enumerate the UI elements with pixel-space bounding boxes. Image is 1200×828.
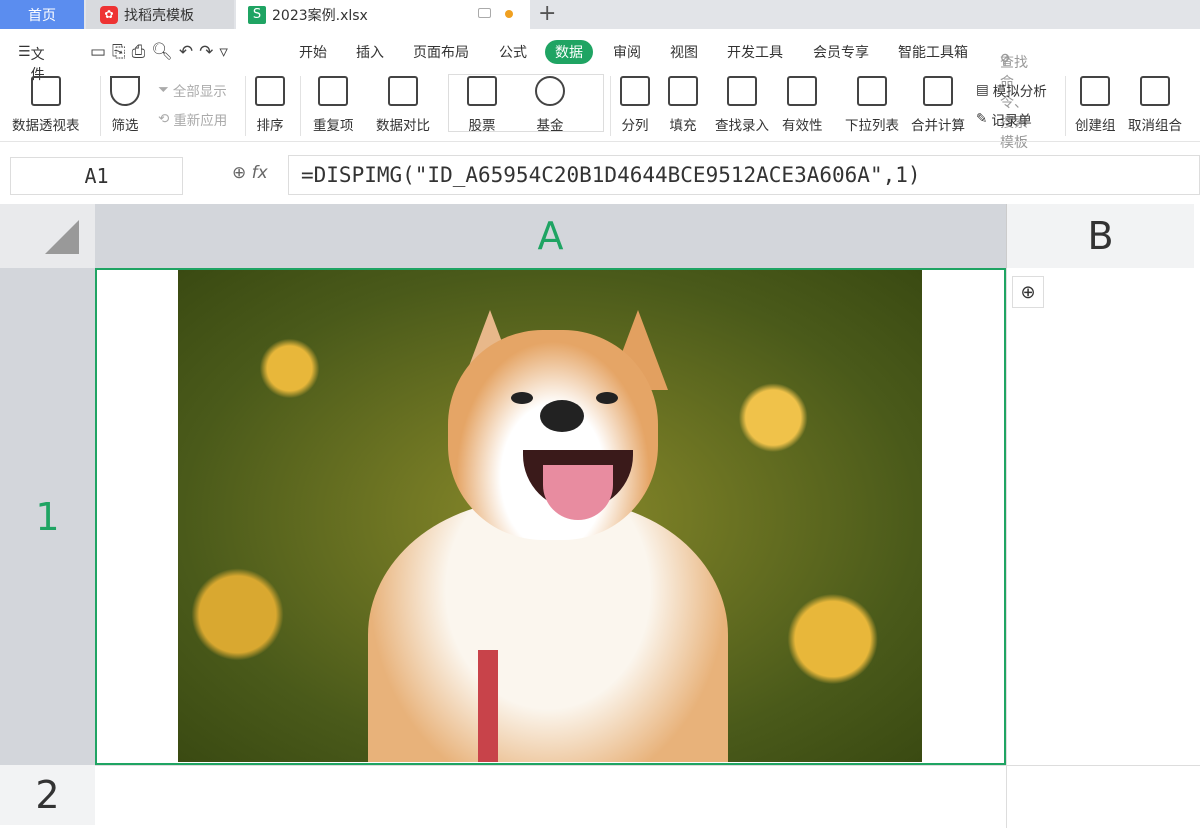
group-button[interactable]: 创建组 xyxy=(1075,70,1116,134)
compare-label: 数据对比 xyxy=(376,118,430,134)
pivot-icon xyxy=(30,76,61,106)
fund-button[interactable]: 基金 xyxy=(535,70,565,134)
pivot-table-button[interactable]: 数据透视表 xyxy=(12,70,80,134)
sort-icon xyxy=(255,76,285,106)
group-icon xyxy=(1080,76,1111,106)
funnel-icon xyxy=(110,76,140,106)
what-if-button[interactable]: ▤ 模拟分析 xyxy=(976,80,1047,100)
what-if-icon: ▤ xyxy=(976,82,989,98)
column-header-a[interactable]: A xyxy=(95,204,1006,268)
validity-button[interactable]: 有效性 xyxy=(782,70,823,134)
dropdown-list-button[interactable]: 下拉列表 xyxy=(845,70,899,134)
ungroup-label: 取消组合 xyxy=(1128,118,1182,134)
duplicates-button[interactable]: 重复项 xyxy=(313,70,354,134)
compare-icon xyxy=(388,76,418,106)
reapply-icon: ⟲ xyxy=(158,111,170,127)
reapply-label: 重新应用 xyxy=(173,113,228,129)
fill-label: 填充 xyxy=(669,118,697,134)
row-header-2[interactable]: 2 xyxy=(0,765,95,825)
quick-access-icons[interactable]: ▭⎘⎙🔍︎↶↷▿ xyxy=(90,42,234,62)
menu-start[interactable]: 开始 xyxy=(299,42,327,62)
row-header-1[interactable]: 1 xyxy=(0,268,95,765)
stock-button[interactable]: 股票 xyxy=(467,70,497,134)
monitor-icon[interactable] xyxy=(478,8,491,18)
consolidate-label: 合并计算 xyxy=(911,118,965,134)
zoom-icon: ⊕ xyxy=(232,163,252,183)
image-zoom-icon[interactable]: ⊕ xyxy=(1012,276,1044,308)
dropdown-list-label: 下拉列表 xyxy=(845,118,899,134)
tab-home-label: 首页 xyxy=(28,7,56,24)
consolidate-icon xyxy=(923,76,953,106)
tab-template[interactable]: ✿ 找稻壳模板 xyxy=(86,0,234,29)
menu-member[interactable]: 会员专享 xyxy=(813,42,869,62)
unsaved-dot-icon xyxy=(505,10,513,18)
show-all-icon: ⏷ xyxy=(158,82,169,98)
validity-icon xyxy=(787,76,818,106)
file-menu[interactable]: ☰ 文件 xyxy=(18,44,45,83)
embedded-dog-image[interactable] xyxy=(178,270,922,762)
split-button[interactable]: 分列 xyxy=(620,70,650,134)
menu-smart-toolbox[interactable]: 智能工具箱 xyxy=(898,42,968,62)
menu-review[interactable]: 审阅 xyxy=(613,42,641,62)
formula-fx[interactable]: ⊕ fx xyxy=(232,163,268,183)
tab-bar: 首页 ✿ 找稻壳模板 S 2023案例.xlsx + xyxy=(0,0,1200,29)
record-form-icon: ✎ xyxy=(976,111,988,127)
select-all-corner[interactable] xyxy=(0,204,95,268)
fx-label: fx xyxy=(251,163,268,183)
duplicates-icon xyxy=(318,76,349,106)
fill-button[interactable]: 填充 xyxy=(668,70,698,134)
lookup-label: 查找录入 xyxy=(715,118,769,134)
menu-view[interactable]: 视图 xyxy=(670,42,698,62)
filter-button[interactable]: 筛选 xyxy=(110,70,140,134)
column-header-b[interactable]: B xyxy=(1006,204,1194,268)
ungroup-icon xyxy=(1140,76,1170,106)
record-form-button[interactable]: ✎ 记录单 xyxy=(976,109,1032,129)
menu-data[interactable]: 数据 xyxy=(545,40,593,64)
new-tab-plus-icon[interactable]: + xyxy=(538,1,556,26)
group-label: 创建组 xyxy=(1075,118,1116,134)
formula-bar: A1 ⊕ fx =DISPIMG("ID_A65954C20B1D4644BCE… xyxy=(0,155,1200,195)
sort-button[interactable]: 排序 xyxy=(255,70,285,134)
ribbon: 数据透视表 筛选 ⏷ 全部显示 ⟲ 重新应用 排序 重复项 数据对比 股票 基金 分… xyxy=(0,70,1200,142)
tab-template-label: 找稻壳模板 xyxy=(124,7,194,24)
spreadsheet-icon: S xyxy=(248,5,266,24)
pivot-label: 数据透视表 xyxy=(12,118,80,134)
menu-insert[interactable]: 插入 xyxy=(356,42,384,62)
formula-input[interactable]: =DISPIMG("ID_A65954C20B1D4644BCE9512ACE3… xyxy=(288,155,1200,195)
fill-down-icon xyxy=(668,76,698,106)
tab-home[interactable]: 首页 xyxy=(0,0,84,29)
stock-label: 股票 xyxy=(468,118,496,134)
record-form-label: 记录单 xyxy=(991,113,1032,129)
fund-label: 基金 xyxy=(536,118,564,134)
dropdown-list-icon xyxy=(857,76,887,106)
menu-page-layout[interactable]: 页面布局 xyxy=(413,42,469,62)
lookup-icon xyxy=(727,76,757,106)
split-icon xyxy=(620,76,650,106)
compare-button[interactable]: 数据对比 xyxy=(376,70,430,134)
stock-chart-icon xyxy=(467,76,497,106)
consolidate-button[interactable]: 合并计算 xyxy=(911,70,965,134)
show-all-button[interactable]: ⏷ 全部显示 xyxy=(158,80,227,100)
split-label: 分列 xyxy=(621,118,649,134)
what-if-label: 模拟分析 xyxy=(992,84,1047,100)
duplicates-label: 重复项 xyxy=(313,118,354,134)
show-all-label: 全部显示 xyxy=(172,84,227,100)
sort-label: 排序 xyxy=(256,118,284,134)
menu-formula[interactable]: 公式 xyxy=(499,42,527,62)
validity-label: 有效性 xyxy=(782,118,823,134)
yen-icon xyxy=(535,76,565,106)
menu-bar: ☰ 文件 ▭⎘⎙🔍︎↶↷▿ 开始 插入 页面布局 公式 数据 审阅 视图 开发工… xyxy=(0,36,1200,151)
tab-file-label: 2023案例.xlsx xyxy=(272,7,368,24)
lookup-entry-button[interactable]: 查找录入 xyxy=(715,70,769,134)
filter-label: 筛选 xyxy=(111,118,139,134)
reapply-button[interactable]: ⟲ 重新应用 xyxy=(158,109,227,129)
docer-icon: ✿ xyxy=(100,5,118,24)
name-box[interactable]: A1 xyxy=(10,157,183,195)
ungroup-button[interactable]: 取消组合 xyxy=(1128,70,1182,134)
menu-developer[interactable]: 开发工具 xyxy=(727,42,783,62)
